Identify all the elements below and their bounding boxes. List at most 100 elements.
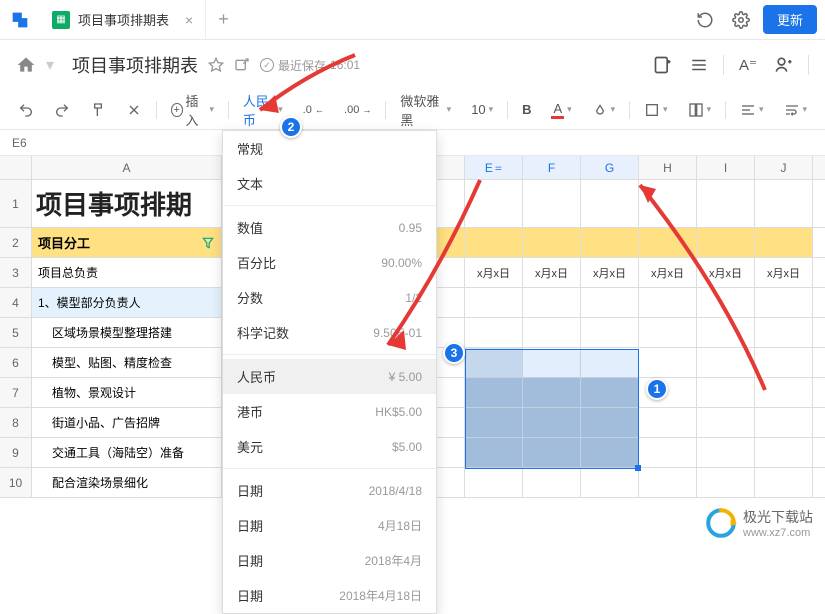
filter-icon[interactable] bbox=[201, 236, 215, 250]
watermark: 极光下载站 www.xz7.com bbox=[705, 507, 813, 539]
watermark-url: www.xz7.com bbox=[743, 527, 813, 539]
undo-button[interactable] bbox=[12, 98, 40, 122]
row-header[interactable]: 8 bbox=[0, 408, 32, 437]
menu-icon[interactable] bbox=[687, 53, 711, 77]
chevron-down-icon: ▾ bbox=[803, 104, 808, 115]
tab-add-button[interactable]: + bbox=[206, 9, 241, 30]
tab-title: 项目事项排期表 bbox=[78, 10, 169, 29]
text-format-icon[interactable]: A⁼ bbox=[736, 53, 760, 77]
cell[interactable]: 项目总负责 bbox=[32, 258, 222, 287]
sheet-icon: ▦ bbox=[52, 11, 70, 29]
row-header[interactable]: 6 bbox=[0, 348, 32, 377]
format-option-date[interactable]: 日期2018年4月 bbox=[223, 543, 436, 578]
format-option-fraction[interactable]: 分数1/2 bbox=[223, 280, 436, 315]
home-icon[interactable] bbox=[16, 55, 36, 75]
settings-icon[interactable] bbox=[727, 6, 755, 34]
font-color-button[interactable]: A▾ bbox=[545, 97, 577, 123]
column-header[interactable]: F bbox=[523, 156, 581, 179]
cell[interactable]: 区域场景模型整理搭建 bbox=[32, 318, 222, 347]
row-header[interactable]: 10 bbox=[0, 468, 32, 497]
watermark-logo bbox=[705, 507, 737, 539]
annotation-badge: 2 bbox=[280, 116, 302, 138]
update-button[interactable]: 更新 bbox=[763, 5, 817, 34]
format-option-percent[interactable]: 百分比90.00% bbox=[223, 245, 436, 280]
align-button[interactable]: ▾ bbox=[734, 98, 770, 122]
row-header[interactable]: 4 bbox=[0, 288, 32, 317]
cell[interactable]: 植物、景观设计 bbox=[32, 378, 222, 407]
insert-button[interactable]: +插入▾ bbox=[165, 87, 220, 133]
cell[interactable]: x月x日 bbox=[581, 258, 639, 287]
format-option-hkd[interactable]: 港币HK$5.00 bbox=[223, 394, 436, 429]
cell[interactable]: 交通工具（海陆空）准备 bbox=[32, 438, 222, 467]
chevron-down-icon: ▾ bbox=[759, 104, 764, 115]
row-header[interactable]: 3 bbox=[0, 258, 32, 287]
bold-button[interactable]: B bbox=[516, 98, 537, 121]
chevron-down-icon: ▾ bbox=[611, 104, 616, 115]
save-status: ✓ 最近保存 16:01 bbox=[260, 57, 360, 74]
row-header[interactable]: 5 bbox=[0, 318, 32, 347]
font-size-select[interactable]: 10▾ bbox=[465, 98, 499, 121]
document-header: ▾ 项目事项排期表 ✓ 最近保存 16:01 A⁼ bbox=[0, 40, 825, 90]
document-tab[interactable]: ▦ 项目事项排期表 × bbox=[40, 0, 206, 40]
row-header[interactable]: 1 bbox=[0, 180, 32, 227]
toolbar: +插入▾ 人民币▾ .0← .00→ 微软雅黑▾ 10▾ B A▾ ▾ ▾ ▾ … bbox=[0, 90, 825, 130]
column-header[interactable]: G bbox=[581, 156, 639, 179]
chevron-down-icon: ▾ bbox=[707, 104, 712, 115]
add-sheet-icon[interactable] bbox=[651, 53, 675, 77]
section-header-cell[interactable]: 项目分工 bbox=[32, 228, 222, 257]
fill-color-button[interactable]: ▾ bbox=[586, 98, 622, 122]
wrap-button[interactable]: ▾ bbox=[778, 98, 814, 122]
move-icon[interactable] bbox=[234, 57, 250, 73]
title-cell[interactable]: 项目事项排期 bbox=[32, 180, 222, 227]
row-header[interactable]: 2 bbox=[0, 228, 32, 257]
redo-button[interactable] bbox=[48, 98, 76, 122]
cell[interactable]: x月x日 bbox=[639, 258, 697, 287]
history-icon[interactable] bbox=[691, 6, 719, 34]
format-option-date[interactable]: 日期2018/4/18 bbox=[223, 473, 436, 508]
cell[interactable]: x月x日 bbox=[755, 258, 813, 287]
cell[interactable]: 模型、贴图、精度检查 bbox=[32, 348, 222, 377]
chevron-down-icon: ▾ bbox=[210, 104, 215, 115]
increase-decimal-button[interactable]: .00→ bbox=[338, 100, 377, 120]
column-header[interactable]: J bbox=[755, 156, 813, 179]
clear-format-button[interactable] bbox=[120, 98, 148, 122]
chevron-down-icon: ▾ bbox=[567, 104, 572, 115]
cell[interactable]: 配合渲染场景细化 bbox=[32, 468, 222, 497]
check-icon: ✓ bbox=[260, 58, 274, 72]
cell[interactable]: 街道小品、广告招牌 bbox=[32, 408, 222, 437]
star-icon[interactable] bbox=[208, 57, 224, 73]
cell[interactable]: 1、模型部分负责人 bbox=[32, 288, 222, 317]
decrease-decimal-button[interactable]: .0← bbox=[297, 100, 330, 120]
app-logo[interactable] bbox=[0, 0, 40, 40]
column-header[interactable]: H bbox=[639, 156, 697, 179]
cell[interactable]: x月x日 bbox=[465, 258, 523, 287]
annotation-badge: 1 bbox=[646, 378, 668, 400]
chevron-down-icon: ▾ bbox=[447, 104, 452, 115]
format-option-date[interactable]: 日期4月18日 bbox=[223, 508, 436, 543]
column-header[interactable]: A bbox=[32, 156, 222, 179]
row-header[interactable]: 7 bbox=[0, 378, 32, 407]
document-title: 项目事项排期表 bbox=[72, 52, 198, 78]
cell[interactable]: x月x日 bbox=[697, 258, 755, 287]
font-family-select[interactable]: 微软雅黑▾ bbox=[394, 87, 457, 133]
row-header[interactable]: 9 bbox=[0, 438, 32, 467]
format-option-cny[interactable]: 人民币¥ 5.00 bbox=[223, 359, 436, 394]
share-icon[interactable] bbox=[772, 53, 796, 77]
select-all-corner[interactable] bbox=[0, 156, 32, 179]
column-header[interactable]: E⚌ bbox=[465, 156, 523, 179]
cell[interactable]: x月x日 bbox=[523, 258, 581, 287]
format-option-usd[interactable]: 美元$5.00 bbox=[223, 429, 436, 464]
border-button[interactable]: ▾ bbox=[638, 98, 674, 122]
chevron-down-icon: ▾ bbox=[278, 104, 283, 115]
format-option-text[interactable]: 文本 bbox=[223, 166, 436, 201]
merge-button[interactable]: ▾ bbox=[682, 98, 718, 122]
number-format-dropdown: 常规 文本 数值0.95 百分比90.00% 分数1/2 科学记数9.50E-0… bbox=[222, 130, 437, 614]
format-option-number[interactable]: 数值0.95 bbox=[223, 210, 436, 245]
format-option-date[interactable]: 日期2018年4月18日 bbox=[223, 578, 436, 613]
format-painter-button[interactable] bbox=[84, 98, 112, 122]
format-option-general[interactable]: 常规 bbox=[223, 131, 436, 166]
titlebar: ▦ 项目事项排期表 × + 更新 bbox=[0, 0, 825, 40]
format-option-scientific[interactable]: 科学记数9.50E-01 bbox=[223, 315, 436, 350]
tab-close-icon[interactable]: × bbox=[185, 12, 193, 28]
column-header[interactable]: I bbox=[697, 156, 755, 179]
